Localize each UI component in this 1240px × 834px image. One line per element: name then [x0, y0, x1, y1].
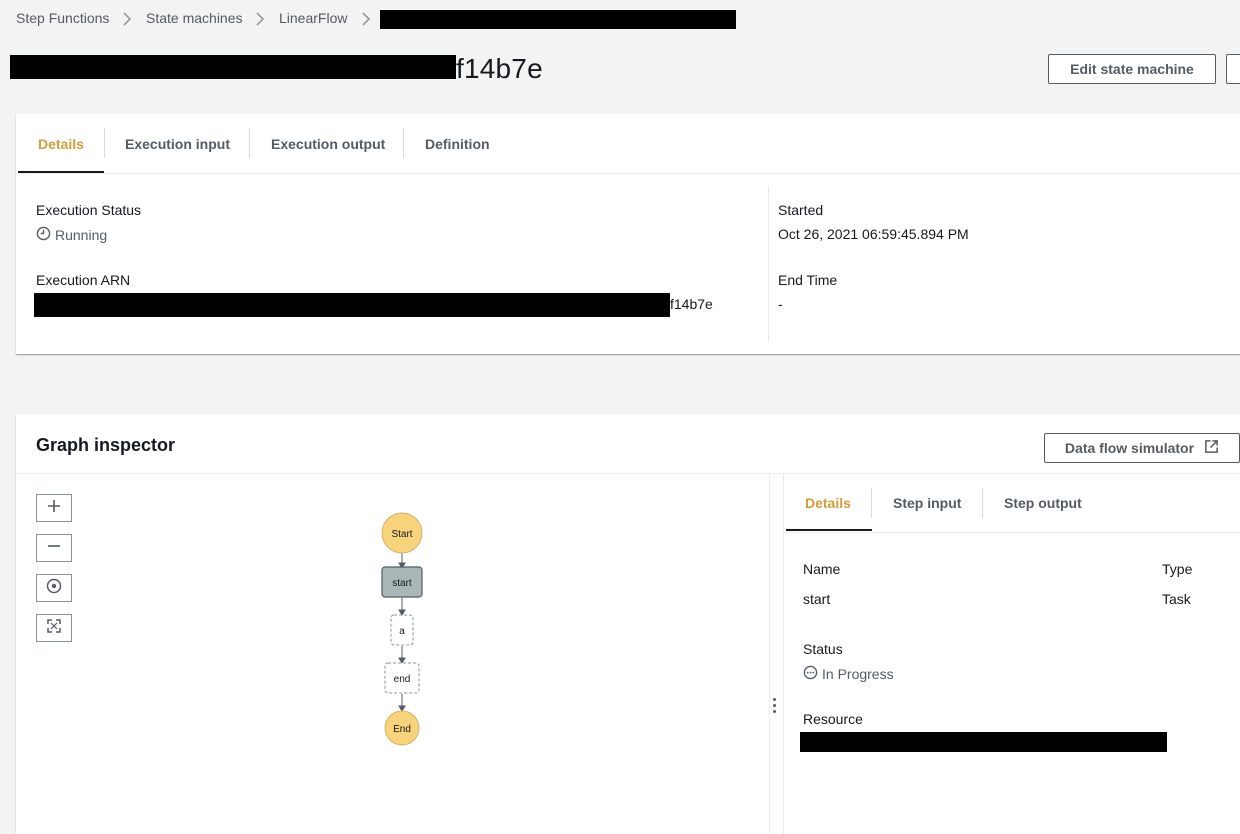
zoom-in-button[interactable]: [36, 494, 72, 522]
graph-header-divider: [16, 473, 1240, 474]
target-icon: [46, 578, 62, 599]
node-end-task-label: end: [394, 674, 411, 685]
more-actions-button[interactable]: [1226, 54, 1240, 84]
step-resource-label: Resource: [803, 711, 863, 727]
execution-arn-value: f14b7e: [670, 296, 713, 312]
redacted-breadcrumb-execution: [380, 10, 736, 29]
graph-splitter-right: [783, 474, 784, 834]
workflow-graph: Start start a end End: [381, 512, 423, 746]
node-a-task-label: a: [399, 626, 405, 637]
active-side-tab-indicator: [786, 529, 872, 531]
edit-state-machine-button[interactable]: Edit state machine: [1048, 54, 1216, 84]
page-title: f14b7e: [456, 53, 543, 84]
node-start-circle[interactable]: Start: [381, 512, 423, 554]
tab-details[interactable]: Details: [38, 136, 84, 152]
plus-icon: [47, 499, 61, 518]
breadcrumb-linearflow[interactable]: LinearFlow: [279, 10, 347, 26]
graph-inspector-panel: Graph inspector Data flow simulator Star…: [16, 414, 1240, 834]
node-start-task-label: start: [392, 578, 412, 589]
side-tab-step-input[interactable]: Step input: [893, 495, 961, 511]
execution-status-text: Running: [55, 227, 108, 243]
graph-splitter-left: [769, 474, 770, 834]
step-status-value: In Progress: [803, 665, 894, 683]
resize-handle-icon[interactable]: [773, 698, 777, 716]
step-type-value: Task: [1162, 591, 1191, 607]
zoom-out-button[interactable]: [36, 534, 72, 562]
clock-icon: [36, 226, 51, 244]
execution-status-label: Execution Status: [36, 202, 142, 218]
node-start-circle-label: Start: [391, 529, 412, 540]
step-name-value: start: [803, 591, 831, 607]
tab-divider: [403, 128, 404, 158]
step-name-label: Name: [803, 561, 841, 577]
end-time-label: End Time: [778, 272, 838, 288]
node-a-task[interactable]: a: [390, 614, 414, 646]
node-end-circle-label: End: [393, 724, 411, 735]
redacted-resource: [800, 732, 1167, 752]
external-link-icon: [1204, 439, 1219, 457]
chevron-right-icon: [360, 11, 372, 27]
step-type-label: Type: [1162, 561, 1193, 577]
execution-status-value: Running: [36, 226, 107, 244]
started-label: Started: [778, 202, 824, 218]
node-start-task[interactable]: start: [381, 566, 423, 598]
step-status-label: Status: [803, 641, 843, 657]
tab-divider: [104, 128, 105, 158]
started-value: Oct 26, 2021 06:59:45.894 PM: [778, 226, 969, 242]
fit-graph-button[interactable]: [36, 614, 72, 642]
in-progress-icon: [803, 665, 818, 683]
side-tab-step-output[interactable]: Step output: [1004, 495, 1082, 511]
side-tab-details[interactable]: Details: [805, 495, 851, 511]
redacted-title: [10, 55, 456, 79]
center-graph-button[interactable]: [36, 574, 72, 602]
tab-execution-input[interactable]: Execution input: [125, 136, 230, 152]
tab-divider: [871, 488, 872, 518]
tab-divider: [249, 128, 250, 158]
graph-inspector-title: Graph inspector: [36, 435, 176, 455]
data-flow-simulator-label: Data flow simulator: [1064, 440, 1195, 456]
tabs-divider: [16, 173, 1240, 174]
redacted-execution-arn: [34, 293, 670, 317]
chevron-right-icon: [121, 11, 133, 27]
expand-icon: [47, 618, 61, 638]
minus-icon: [47, 539, 61, 558]
column-divider: [768, 186, 769, 342]
breadcrumb-state-machines[interactable]: State machines: [146, 10, 243, 26]
breadcrumb-step-functions[interactable]: Step Functions: [16, 10, 109, 26]
step-status-text: In Progress: [822, 666, 894, 682]
tab-definition[interactable]: Definition: [425, 136, 490, 152]
side-tabs-divider: [784, 532, 1240, 533]
tab-divider: [982, 488, 983, 518]
execution-details-panel: Details Execution input Execution output…: [16, 114, 1240, 354]
end-time-value: -: [778, 296, 783, 312]
data-flow-simulator-button[interactable]: Data flow simulator: [1044, 433, 1240, 463]
node-end-circle[interactable]: End: [384, 710, 420, 746]
tab-execution-output[interactable]: Execution output: [271, 136, 385, 152]
node-end-task[interactable]: end: [384, 662, 420, 694]
execution-arn-label: Execution ARN: [36, 272, 131, 288]
chevron-right-icon: [254, 11, 266, 27]
